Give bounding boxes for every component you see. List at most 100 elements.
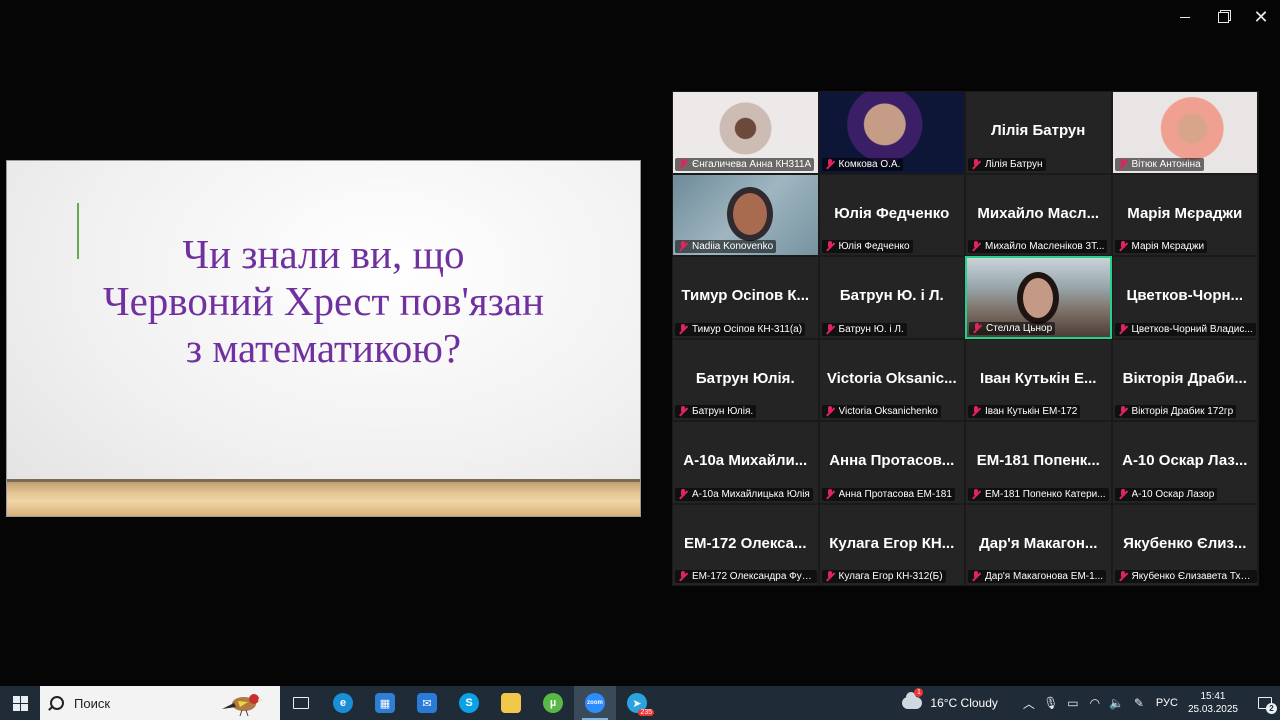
taskbar-app-mail[interactable]: ✉ xyxy=(406,686,448,720)
participant-display-name: А-10 Оскар Лаз... xyxy=(1122,452,1248,469)
muted-microphone-icon xyxy=(825,571,835,582)
battery-icon[interactable]: ▭ xyxy=(1063,696,1083,710)
participant-tile[interactable]: Стелла Цьнор xyxy=(965,256,1112,339)
participant-display-name: Кулага Егор КН... xyxy=(829,534,955,552)
participant-name-label: Стелла Цьнор xyxy=(969,321,1056,335)
participant-tile[interactable]: Комкова О.А. xyxy=(818,91,965,174)
muted-microphone-icon xyxy=(825,241,835,252)
participants-gallery: Єнгаличева Анна КН311А Комкова О.А. Лілія … xyxy=(672,91,1259,586)
participant-tile[interactable]: Єнгаличева Анна КН311А xyxy=(672,91,819,174)
participant-display-name: Вікторія Драби... xyxy=(1122,369,1247,387)
cloud-icon: 1 xyxy=(902,688,924,709)
speaker-icon[interactable]: 🔈 xyxy=(1107,696,1127,710)
language-indicator[interactable]: РУС xyxy=(1156,697,1178,709)
weather-badge: 1 xyxy=(914,688,924,697)
close-button[interactable]: ✕ xyxy=(1242,0,1280,34)
muted-microphone-icon xyxy=(971,241,981,252)
participant-tile[interactable]: Якубенко Єлиз... Якубенко Єлизавета Тх-1.… xyxy=(1111,503,1258,586)
participant-tile[interactable]: Цветков-Чорн... Цветков-Чорний Владис... xyxy=(1111,256,1258,339)
participant-name: Михайло Масленіков 3Т... xyxy=(985,241,1105,252)
system-tray: 1 16°C Cloudy ︿ 🎙 ▭ ◠ 🔈 ✎ РУС 15:41 25.0… xyxy=(902,686,1280,720)
participant-tile[interactable]: Михайло Масл... Михайло Масленіков 3Т... xyxy=(965,173,1112,256)
participant-tile[interactable]: ЕМ-172 Олекса... ЕМ-172 Олександра Фуз... xyxy=(672,503,819,586)
slide-wood-floor xyxy=(7,479,640,516)
participant-tile[interactable]: Дар'я Макагон... Дар'я Макагонова ЕМ-1... xyxy=(965,503,1112,586)
participant-name: Марія Мєраджи xyxy=(1131,241,1205,252)
muted-microphone-icon xyxy=(971,571,981,582)
maximize-button[interactable] xyxy=(1204,0,1242,34)
taskbar-app-task-view[interactable] xyxy=(280,686,322,720)
participant-tile[interactable]: Тимур Осіпов К... Тимур Осіпов КН-311(а) xyxy=(672,256,819,339)
clock[interactable]: 15:41 25.03.2025 xyxy=(1188,690,1238,716)
muted-microphone-icon xyxy=(972,322,982,334)
chevron-up-icon[interactable]: ︿ xyxy=(1019,695,1039,712)
slide-title-line-2: Червоний Хрест пов'язан xyxy=(102,278,545,324)
taskbar-app-telegram[interactable]: ➤ 235 xyxy=(616,686,658,720)
participant-name: Анна Протасова ЕМ-181 xyxy=(838,488,952,500)
participant-display-name: Михайло Масл... xyxy=(977,204,1100,222)
wifi-icon[interactable]: ◠ xyxy=(1085,696,1105,710)
participant-tile[interactable]: Батрун Ю. і Л. Батрун Ю. і Л. xyxy=(818,256,965,339)
taskbar-app-store[interactable]: ▦ xyxy=(364,686,406,720)
participant-name: ЕМ-172 Олександра Фуз... xyxy=(692,571,814,582)
participant-name-label: Кулага Егор КН-312(Б) xyxy=(821,570,946,583)
muted-microphone-icon xyxy=(971,158,981,170)
participant-display-name: Батрун Ю. і Л. xyxy=(839,287,944,304)
participant-name: Вітюк Антоніна xyxy=(1131,158,1201,170)
weather-widget[interactable]: 1 16°C Cloudy xyxy=(902,688,998,710)
notification-count: 2 xyxy=(1266,703,1277,714)
participant-name: Дар'я Макагонова ЕМ-1... xyxy=(985,571,1103,582)
muted-microphone-icon xyxy=(971,406,981,417)
windows-logo-icon xyxy=(12,695,28,711)
participant-name: А-10а Михайлицька Юлія xyxy=(692,488,810,500)
participant-name: Кулага Егор КН-312(Б) xyxy=(838,571,943,582)
pen-icon[interactable]: ✎ xyxy=(1129,696,1149,710)
participant-name-label: Вітюк Антоніна xyxy=(1114,157,1204,171)
microphone-icon[interactable]: 🎙 xyxy=(1041,696,1061,710)
participant-tile[interactable]: Victoria Oksanic... Victoria Oksanichenko xyxy=(818,338,965,421)
participant-tile[interactable]: Анна Протасов... Анна Протасова ЕМ-181 xyxy=(818,421,965,504)
taskbar-app-explorer[interactable] xyxy=(490,686,532,720)
participant-tile[interactable]: Іван Кутькін Е... Іван Кутькін ЕМ-172 xyxy=(965,338,1112,421)
taskbar-app-utorrent[interactable]: µ xyxy=(532,686,574,720)
participant-tile[interactable]: ЕМ-181 Попенк... ЕМ-181 Попенко Катери... xyxy=(965,421,1112,504)
participant-name-label: Комкова О.А. xyxy=(821,157,904,171)
muted-microphone-icon xyxy=(825,158,835,170)
participant-display-name: Якубенко Єлиз... xyxy=(1123,534,1247,552)
start-button[interactable] xyxy=(0,686,40,720)
muted-microphone-icon xyxy=(1118,241,1128,252)
search-placeholder: Поиск xyxy=(74,695,111,711)
participant-display-name: Анна Протасов... xyxy=(829,452,955,469)
participant-name-label: Марія Мєраджи xyxy=(1114,240,1208,253)
participant-tile[interactable]: Nadiia Konovenko xyxy=(672,173,819,256)
participant-tile[interactable]: Юлія Федченко Юлія Федченко xyxy=(818,173,965,256)
minimize-button[interactable] xyxy=(1166,0,1204,34)
participant-tile[interactable]: А-10а Михайли... А-10а Михайлицька Юлія xyxy=(672,421,819,504)
slide-title-line-3: з математикою? xyxy=(185,325,462,371)
skype-icon: S xyxy=(459,693,479,713)
zoom-icon: zoom xyxy=(585,693,605,713)
weather-text: 16°C Cloudy xyxy=(930,696,998,710)
participant-name-label: ЕМ-172 Олександра Фуз... xyxy=(675,570,817,583)
taskbar-app-skype[interactable]: S xyxy=(448,686,490,720)
participant-name: А-10 Оскар Лазор xyxy=(1131,488,1215,500)
participant-display-name: Іван Кутькін Е... xyxy=(980,369,1097,387)
participant-name: Юлія Федченко xyxy=(838,241,910,252)
participant-tile[interactable]: Вікторія Драби... Вікторія Драбик 172гр xyxy=(1111,338,1258,421)
taskbar-app-zoom[interactable]: zoom xyxy=(574,686,616,720)
notifications-button[interactable]: 2 xyxy=(1250,686,1280,720)
participant-name: Комкова О.А. xyxy=(838,158,901,170)
participant-tile[interactable]: Лілія Батрун Лілія Батрун xyxy=(965,91,1112,174)
participant-tile[interactable]: А-10 Оскар Лаз... А-10 Оскар Лазор xyxy=(1111,421,1258,504)
taskbar-apps: e ▦ ✉ Sµ zoom ➤ 235 xyxy=(280,686,658,720)
participant-tile[interactable]: Вітюк Антоніна xyxy=(1111,91,1258,174)
muted-microphone-icon xyxy=(825,406,835,417)
participant-tile[interactable]: Марія Мєраджи Марія Мєраджи xyxy=(1111,173,1258,256)
muted-microphone-icon xyxy=(971,488,981,500)
muted-microphone-icon xyxy=(1118,158,1128,170)
taskbar-app-edge[interactable]: e xyxy=(322,686,364,720)
participant-tile[interactable]: Батрун Юлія. Батрун Юлія. xyxy=(672,338,819,421)
participant-tile[interactable]: Кулага Егор КН... Кулага Егор КН-312(Б) xyxy=(818,503,965,586)
taskbar-search[interactable]: Поиск xyxy=(40,686,280,720)
muted-microphone-icon xyxy=(825,323,835,335)
